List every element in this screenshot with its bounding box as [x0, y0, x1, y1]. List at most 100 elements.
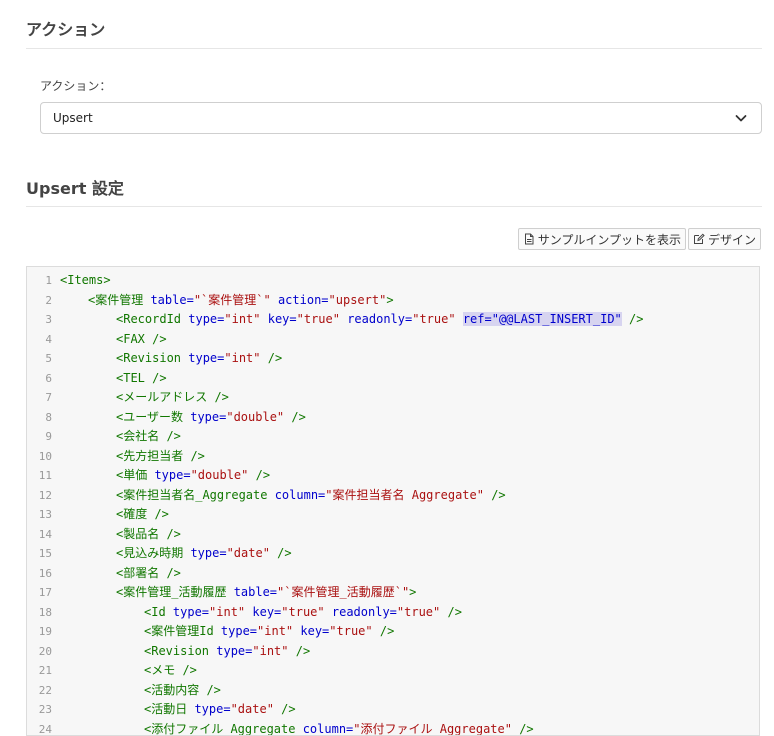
code-text: <Id type="int" key="true" readonly="true…	[52, 603, 462, 623]
line-number: 14	[27, 525, 52, 545]
code-token: <メールアドレス />	[116, 390, 229, 404]
code-line: 17<案件管理_活動履歴 table="`案件管理_活動履歴`">	[27, 583, 759, 603]
code-token: >	[409, 585, 416, 599]
action-select[interactable]: Upsert	[40, 102, 762, 134]
code-token: "添付ファイル Aggregate"	[353, 722, 512, 736]
code-line: 22<活動内容 />	[27, 681, 759, 701]
line-number: 4	[27, 330, 52, 350]
selected-code-token: ref="@@LAST_INSERT_ID"	[463, 312, 622, 326]
code-token: "true"	[329, 624, 372, 638]
code-token: "案件担当者名 Aggregate"	[325, 488, 484, 502]
code-token: />	[440, 605, 462, 619]
code-token: <メモ />	[144, 663, 197, 677]
line-number: 15	[27, 544, 52, 564]
code-token: type=	[190, 546, 226, 560]
code-token: <Revision	[144, 644, 216, 658]
code-token: "true"	[297, 312, 340, 326]
code-token: key=	[245, 605, 281, 619]
code-text: <会社名 />	[52, 427, 181, 447]
code-text: <メモ />	[52, 661, 197, 681]
code-line: 20<Revision type="int" />	[27, 642, 759, 662]
code-token: />	[484, 488, 506, 502]
code-token: type=	[188, 312, 224, 326]
line-number: 1	[27, 271, 52, 291]
code-token: <先方担当者 />	[116, 449, 205, 463]
code-line: 3<RecordId type="int" key="true" readonl…	[27, 310, 759, 330]
code-text: <見込み時期 type="date" />	[52, 544, 292, 564]
code-token: <Revision	[116, 351, 188, 365]
code-line: 8<ユーザー数 type="double" />	[27, 408, 759, 428]
code-token: key=	[293, 624, 329, 638]
chevron-down-icon	[733, 110, 749, 126]
line-number: 24	[27, 720, 52, 736]
code-token: readonly=	[340, 312, 412, 326]
code-line: 6<TEL />	[27, 369, 759, 389]
code-text: <製品名 />	[52, 525, 181, 545]
code-token: <FAX />	[116, 332, 167, 346]
line-number: 20	[27, 642, 52, 662]
code-line: 4 <FAX />	[27, 330, 759, 350]
code-token: "upsert"	[329, 293, 387, 307]
code-text: <FAX />	[52, 330, 167, 350]
code-line: 11<単価 type="double" />	[27, 466, 759, 486]
code-token: />	[261, 351, 283, 365]
code-text: <メールアドレス />	[52, 388, 229, 408]
code-token: "`案件管理`"	[194, 293, 271, 307]
code-token: <添付ファイル_Aggregate	[144, 722, 303, 736]
code-line: 24 <添付ファイル_Aggregate column="添付ファイル Aggre…	[27, 720, 759, 736]
code-token: <案件管理	[88, 293, 150, 307]
code-token: />	[284, 410, 306, 424]
show-sample-input-label: サンプルインプットを表示	[538, 231, 681, 248]
action-section-title: アクション	[26, 16, 105, 40]
code-token: "int"	[257, 624, 293, 638]
code-text: <案件管理 table="`案件管理`" action="upsert">	[52, 291, 394, 311]
code-line: 5<Revision type="int" />	[27, 349, 759, 369]
code-token: type=	[173, 605, 209, 619]
code-token: type=	[188, 351, 224, 365]
code-token: column=	[303, 722, 354, 736]
code-text: <案件管理_活動履歴 table="`案件管理_活動履歴`">	[52, 583, 416, 603]
design-label: デザイン	[708, 231, 756, 248]
code-token: />	[512, 722, 534, 736]
code-token: "int"	[252, 644, 288, 658]
action-select-value: Upsert	[53, 111, 93, 125]
code-token: <RecordId	[116, 312, 188, 326]
code-content[interactable]: 1<Items>2<案件管理 table="`案件管理`" action="up…	[27, 271, 759, 736]
editor-toolbar: サンプルインプットを表示 デザイン	[518, 228, 761, 250]
line-number: 2	[27, 291, 52, 311]
line-number: 17	[27, 583, 52, 603]
code-text: <RecordId type="int" key="true" readonly…	[52, 310, 643, 330]
code-text: <案件担当者名_Aggregate column="案件担当者名 Aggrega…	[52, 486, 506, 506]
line-number: 13	[27, 505, 52, 525]
code-text: <先方担当者 />	[52, 447, 205, 467]
code-token: <見込み時期	[116, 546, 190, 560]
code-text: <確度 />	[52, 505, 169, 525]
code-token: "double"	[191, 468, 249, 482]
show-sample-input-button[interactable]: サンプルインプットを表示	[518, 228, 686, 250]
code-token: "true"	[412, 312, 455, 326]
code-text: <ユーザー数 type="double" />	[52, 408, 306, 428]
code-token: <部署名 />	[116, 566, 181, 580]
line-number: 10	[27, 447, 52, 467]
code-text: <部署名 />	[52, 564, 181, 584]
design-button[interactable]: デザイン	[688, 228, 761, 250]
code-token: <単価	[116, 468, 154, 482]
code-editor[interactable]: 1<Items>2<案件管理 table="`案件管理`" action="up…	[26, 266, 760, 736]
code-token: <案件管理_活動履歴	[116, 585, 234, 599]
code-token: <TEL />	[116, 371, 167, 385]
line-number: 11	[27, 466, 52, 486]
code-token: "true"	[397, 605, 440, 619]
code-token: table=	[150, 293, 193, 307]
code-line: 9<会社名 />	[27, 427, 759, 447]
code-token: "date"	[231, 702, 274, 716]
line-number: 9	[27, 427, 52, 447]
code-line: 14<製品名 />	[27, 525, 759, 545]
code-token: />	[373, 624, 395, 638]
code-token: />	[622, 312, 644, 326]
code-text: <単価 type="double" />	[52, 466, 270, 486]
edit-icon	[693, 233, 705, 245]
code-token: type=	[154, 468, 190, 482]
code-line: 7<メールアドレス />	[27, 388, 759, 408]
code-token: action=	[271, 293, 329, 307]
code-token: <Items>	[60, 273, 111, 287]
